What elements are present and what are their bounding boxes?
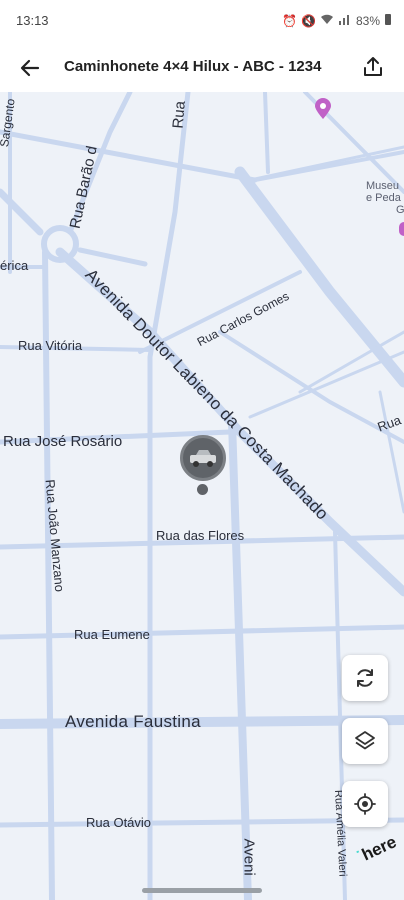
vehicle-position-dot xyxy=(197,484,208,495)
layers-icon xyxy=(355,731,375,750)
battery-icon xyxy=(384,13,392,28)
street-label-jose-rosario: Rua José Rosário xyxy=(3,433,123,450)
map-view[interactable]: Museu e Peda G Rua Barão d Rua Sargento … xyxy=(0,92,404,900)
truck-icon xyxy=(190,450,216,467)
street-label-vitoria: Rua Vitória xyxy=(18,338,83,353)
vehicle-marker[interactable] xyxy=(180,435,226,481)
status-bar: 13:13 ⏰ 🔇 83% xyxy=(0,0,404,44)
street-label-eumene: Rua Eumene xyxy=(74,627,150,642)
mute-icon: 🔇 xyxy=(301,13,316,28)
status-icons: ⏰ 🔇 83% xyxy=(282,13,392,28)
poi-pin-icon xyxy=(315,98,331,119)
locate-icon xyxy=(354,793,376,815)
home-indicator[interactable] xyxy=(142,888,262,893)
street-label-merica: érica xyxy=(0,258,29,273)
share-button[interactable] xyxy=(356,50,390,84)
street-label-otavio: Rua Otávio xyxy=(86,815,152,830)
street-label-flores: Rua das Flores xyxy=(156,528,245,543)
refresh-button[interactable] xyxy=(342,655,388,701)
layers-button[interactable] xyxy=(342,718,388,764)
signal-icon xyxy=(338,13,352,28)
street-label-faustina: Avenida Faustina xyxy=(65,712,201,731)
back-button[interactable] xyxy=(14,52,46,84)
road-network xyxy=(0,92,404,900)
street-label-rua-top: Rua xyxy=(169,100,189,130)
page-title: Caminhonete 4×4 Hilux - ABC - 1234 xyxy=(64,58,322,75)
poi-label-line3: G xyxy=(396,204,404,216)
street-label-aveni: Aveni xyxy=(240,838,258,876)
alarm-icon: ⏰ xyxy=(282,13,298,28)
poi-label-line2: e Peda xyxy=(366,192,401,204)
locate-button[interactable] xyxy=(342,781,388,827)
arrow-left-icon xyxy=(20,59,40,77)
refresh-icon xyxy=(357,669,373,687)
app-bar: Caminhonete 4×4 Hilux - ABC - 1234 xyxy=(0,44,404,92)
poi-label-line1: Museu xyxy=(366,180,400,192)
share-icon xyxy=(364,57,382,76)
battery-percent: 83% xyxy=(355,13,380,28)
poi-pin-edge xyxy=(399,222,404,236)
poi-museu[interactable]: Museu e Peda G xyxy=(366,180,404,216)
status-time: 13:13 xyxy=(16,13,49,28)
wifi-icon xyxy=(320,13,334,28)
